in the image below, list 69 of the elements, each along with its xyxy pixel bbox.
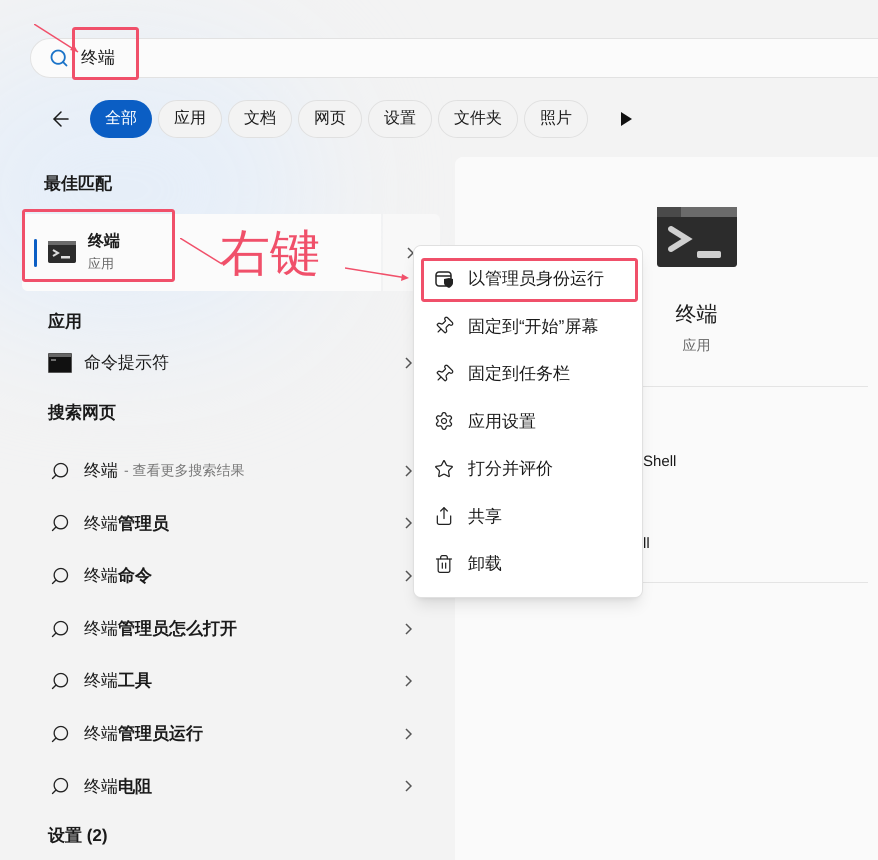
section-heading: 应用 <box>48 310 82 332</box>
play-icon <box>620 112 632 126</box>
app-type: 应用 <box>88 255 115 274</box>
result-text: 终端管理员 <box>84 512 169 535</box>
search-icon <box>50 671 70 692</box>
menu-item[interactable]: 固定到任务栏 <box>414 350 642 398</box>
terminal-icon <box>656 207 736 267</box>
annotation-arrow <box>345 266 411 282</box>
share-icon <box>434 506 454 526</box>
section-heading: 搜索网页 <box>48 402 116 424</box>
chevron-icon <box>405 517 412 530</box>
search-icon <box>50 460 70 481</box>
web-result[interactable]: 终端 - 查看更多搜索结果 <box>50 444 412 498</box>
result-text: 终端工具 <box>84 670 152 692</box>
app-result[interactable]: 命令提示符 <box>48 348 412 378</box>
chevron-icon <box>405 570 412 582</box>
search-icon <box>50 724 70 744</box>
menu-item[interactable]: 以管理员身份运行 <box>414 255 642 302</box>
search-icon <box>49 48 69 68</box>
menu-item[interactable]: 固定到“开始”屏幕 <box>414 302 642 350</box>
trash-icon <box>434 554 454 574</box>
detail-type: 应用 <box>682 336 710 354</box>
chevron-icon <box>405 622 412 635</box>
web-result[interactable]: 终端管理员运行 <box>50 707 412 760</box>
filter-chip[interactable]: 文件夹 <box>438 100 518 138</box>
chevron-icon <box>405 728 412 740</box>
app-title: 终端 <box>88 232 120 252</box>
filter-chip[interactable]: 照片 <box>524 100 588 138</box>
menu-item[interactable]: 共享 <box>414 492 642 540</box>
result-text: 终端管理员怎么打开 <box>84 618 237 640</box>
menu-item[interactable]: 卸载 <box>414 540 642 588</box>
search-text: 终端 <box>81 47 115 70</box>
star-icon <box>434 458 454 479</box>
web-result[interactable]: 终端管理员 <box>50 497 412 550</box>
web-result[interactable]: 终端命令 <box>50 550 412 602</box>
result-text: 终端电阻 <box>84 776 152 798</box>
terminal-icon <box>48 241 76 263</box>
web-result[interactable]: 终端工具 <box>50 654 412 708</box>
search-icon <box>50 513 70 534</box>
highlight-frame <box>72 27 139 80</box>
shield-window-icon <box>434 268 454 289</box>
annotation-label: 右键 <box>220 228 320 278</box>
menu-item[interactable]: 应用设置 <box>414 398 642 445</box>
chevron-icon <box>407 246 414 258</box>
result-text: 终端命令 <box>84 565 152 588</box>
action-text[interactable]: ll <box>643 533 878 556</box>
section-heading: 设置 (2) <box>48 824 108 847</box>
result-hint: - 查看更多搜索结果 <box>124 461 245 480</box>
chevron-icon <box>405 675 412 688</box>
filter-chip[interactable]: 设置 <box>368 100 432 138</box>
chevron-icon <box>405 780 412 792</box>
search-icon <box>50 566 70 586</box>
search-icon <box>50 618 70 639</box>
web-result[interactable]: 终端电阻 <box>50 760 412 813</box>
result-text: 终端管理员运行 <box>84 723 203 746</box>
search-icon <box>50 776 70 796</box>
section-heading: 最佳匹配 <box>44 173 112 195</box>
result-text: 终端 <box>84 460 118 482</box>
result-text: 命令提示符 <box>84 352 170 374</box>
settings-icon <box>434 411 454 432</box>
web-result[interactable]: 终端管理员怎么打开 <box>50 602 412 655</box>
search-field[interactable]: 终端 <box>30 38 878 78</box>
chevron-icon <box>405 357 412 369</box>
menu-item[interactable]: 打分并评价 <box>414 445 642 492</box>
command-prompt-icon <box>48 353 72 373</box>
filter-chip[interactable]: 网页 <box>298 100 362 138</box>
chevron-icon <box>405 464 412 477</box>
action-text[interactable]: Shell <box>643 450 878 473</box>
detail-title: 终端 <box>676 302 718 328</box>
